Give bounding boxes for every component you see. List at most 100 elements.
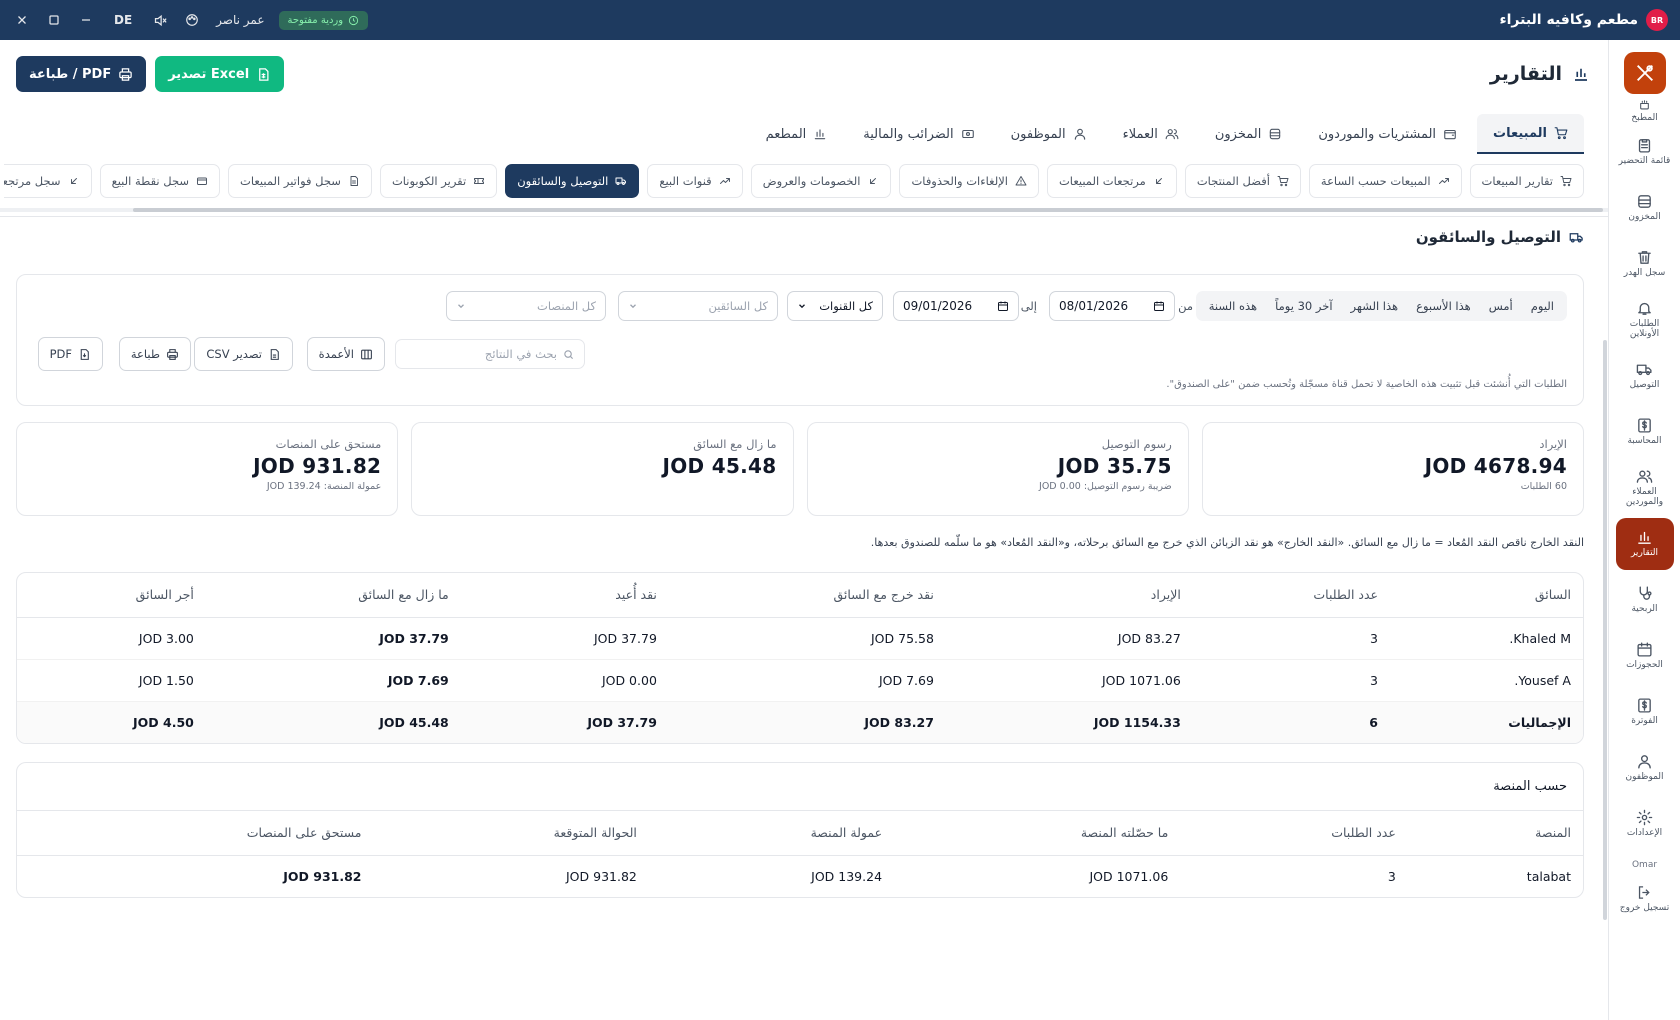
from-date-input[interactable]: 08/01/2026 [1049, 291, 1175, 321]
column-header[interactable]: ما حصّلته المنصة [894, 811, 1181, 856]
theme-button[interactable] [178, 6, 206, 34]
inventory-icon [1638, 195, 1651, 208]
table-cell: JOD 83.27 [945, 617, 1193, 660]
table-cell: Yousef A. [1389, 659, 1583, 702]
tab-wallet[interactable]: المشتريات والموردون [1302, 114, 1473, 154]
driver-select[interactable]: كل السائقين [618, 291, 778, 321]
sidebar-item-people[interactable]: الموظفون [1616, 740, 1674, 796]
print-pdf-label: طباعة / PDF [29, 66, 112, 82]
results-search[interactable]: بحث في النتائج [395, 339, 585, 369]
subtab-1[interactable]: المبيعات حسب الساعة [1308, 164, 1462, 198]
subtab-3[interactable]: مرتجعات المبيعات [1046, 164, 1177, 198]
doc-icon [350, 176, 358, 186]
column-header[interactable]: السائق [1389, 573, 1583, 618]
subtab-6[interactable]: قنوات البيع [647, 164, 743, 198]
close-button[interactable] [8, 6, 36, 34]
invoice-icon [1638, 698, 1651, 713]
column-header[interactable]: مستحق على المنصات [17, 811, 374, 856]
logout-button[interactable]: تسجيل خروج [1616, 884, 1674, 914]
tab-people[interactable]: الموظفون [995, 114, 1103, 154]
sidebar-item-calendar[interactable]: الحجوزات [1616, 628, 1674, 684]
table-cell: JOD 139.24 [811, 868, 883, 884]
logout-icon [1638, 886, 1650, 899]
current-user[interactable]: عمر ناصر [216, 13, 264, 27]
palette-icon [186, 14, 199, 26]
subtab-4[interactable]: الإلغاءات والحذوفات [899, 164, 1039, 198]
subtab-7[interactable]: التوصيل والسائقون [505, 164, 640, 198]
period-preset[interactable]: أمس [1480, 299, 1522, 313]
columns-button[interactable]: الأعمدة [306, 337, 385, 371]
app-name: مطعم وكافيه البتراء [1499, 12, 1638, 28]
sidebar-item-stethoscope[interactable]: الربحية [1616, 572, 1674, 628]
sidebar-item-chart[interactable]: التقارير [1615, 518, 1674, 570]
tab-label: المشتريات والموردون [1318, 126, 1437, 142]
sidebar-item-users[interactable]: العملاء والموردين [1616, 460, 1674, 516]
column-header[interactable]: عدد الطلبات [1192, 573, 1390, 618]
table-cell: Khaled M. [1389, 617, 1583, 660]
mute-button[interactable] [146, 6, 174, 34]
tab-users[interactable]: العملاء [1107, 114, 1195, 154]
period-preset[interactable]: آخر 30 يوماً [1266, 299, 1341, 313]
maximize-button[interactable] [40, 6, 68, 34]
column-header[interactable]: عدد الطلبات [1180, 811, 1408, 856]
column-header[interactable]: عمولة المنصة [648, 811, 895, 856]
export-csv-button[interactable]: تصدير CSV [194, 337, 293, 371]
minimize-button[interactable] [72, 6, 100, 34]
tab-cart[interactable]: المبيعات [1477, 114, 1584, 154]
period-preset[interactable]: اليوم [1522, 299, 1563, 313]
subtab-5[interactable]: الخصومات والعروض [750, 164, 892, 198]
sidebar-item-dollar[interactable]: المحاسبة [1616, 404, 1674, 460]
language-toggle[interactable]: DE [114, 13, 132, 27]
sidebar-item-invoice[interactable]: الفوترة [1616, 684, 1674, 740]
tab-label: المطعم [765, 126, 807, 142]
stat-label: الإيراد [1539, 437, 1567, 451]
subtab-label: قنوات البيع [659, 174, 712, 188]
channel-select[interactable]: كل القنوات [787, 291, 883, 321]
subtab-9[interactable]: سجل فواتير المبيعات [228, 164, 372, 198]
calendar-icon [1637, 642, 1652, 657]
sidebar-item-clipboard[interactable]: قائمة التحضير [1616, 124, 1674, 180]
users-icon [1636, 470, 1653, 483]
tabs-scrollbar[interactable] [133, 208, 1603, 212]
table-cell: JOD 0.00 [460, 659, 669, 702]
column-header[interactable]: ما زال مع السائق [205, 573, 461, 618]
sidebar-item-kitchen[interactable]: المطبخ [1616, 98, 1674, 124]
column-header[interactable]: نقد خرج مع السائق [668, 573, 946, 618]
wallet-icon [1444, 129, 1456, 140]
subtab-0[interactable]: تقارير المبيعات [1469, 164, 1584, 198]
period-preset[interactable]: هذه السنة [1200, 299, 1266, 313]
column-header[interactable]: أجر السائق [17, 573, 206, 618]
sidebar-logo[interactable] [1623, 52, 1666, 94]
platform-select[interactable]: كل المنصات [446, 291, 606, 321]
sidebar-item-bell[interactable]: الطلبات الأونلاين [1616, 292, 1674, 348]
column-header[interactable]: نقد أُعيد [460, 573, 669, 618]
subtab-10[interactable]: سجل نقطة البيع [99, 164, 221, 198]
period-preset[interactable]: هذا الأسبوع [1407, 299, 1480, 313]
table-row: Yousef A. 3 JOD 1071.06 JOD 7.69 JOD 0.00 JOD… [17, 659, 1583, 702]
sidebar-item-inventory[interactable]: المخزون [1616, 180, 1674, 236]
column-header[interactable]: الإيراد [945, 573, 1193, 618]
period-preset[interactable]: هذا الشهر [1342, 299, 1408, 313]
print-button[interactable]: طباعة [118, 337, 191, 371]
sidebar-item-gear[interactable]: الإعدادات [1616, 796, 1674, 852]
subtab-2[interactable]: أفضل المنتجات [1184, 164, 1301, 198]
subtab-label: سجل مرتجعات المبيعات [4, 174, 61, 188]
to-date-input[interactable]: 09/01/2026 [893, 291, 1019, 321]
tab-money[interactable]: الضرائب والمالية [847, 114, 990, 154]
tab-box[interactable]: المخزون [1199, 114, 1298, 154]
sidebar-item-label: قائمة التحضير [1618, 156, 1671, 167]
export-excel-button[interactable]: تصدير Excel [155, 56, 285, 92]
column-header[interactable]: الحوالة المتوقعة [373, 811, 649, 856]
tab-label: المخزون [1214, 126, 1262, 142]
sidebar-item-truck[interactable]: التوصيل [1616, 348, 1674, 404]
subtab-8[interactable]: تقرير الكوبونات [379, 164, 498, 198]
table-cell: 6 [1192, 701, 1390, 743]
pdf-button[interactable]: PDF [37, 337, 103, 371]
print-pdf-button[interactable]: طباعة / PDF [16, 56, 147, 92]
table-cell: الإجماليات [1389, 701, 1583, 743]
sidebar-item-trash[interactable]: سجل الهدر [1616, 236, 1674, 292]
tab-chart[interactable]: المطعم [750, 114, 844, 154]
column-header[interactable]: المنصة [1407, 811, 1583, 856]
shift-status-badge[interactable]: وردية مفتوحة [278, 10, 369, 30]
subtab-11[interactable]: سجل مرتجعات المبيعات [4, 164, 92, 198]
